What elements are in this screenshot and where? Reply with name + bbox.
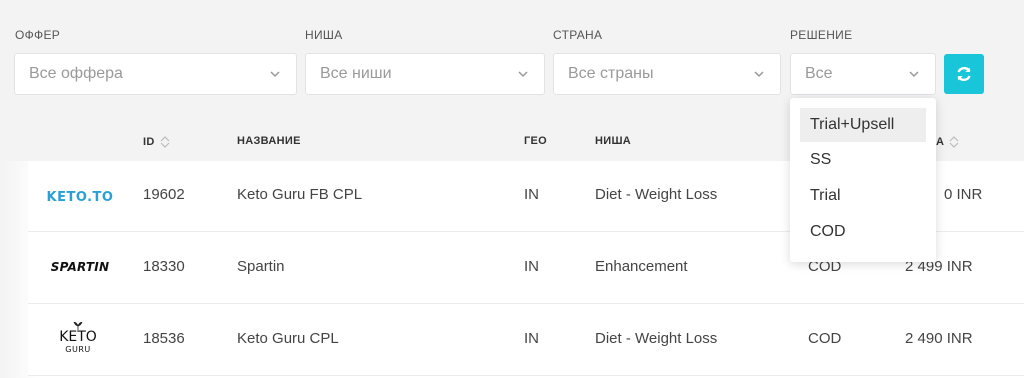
offer-logo-text: KETO [59,329,97,345]
decision-filter-label: РЕШЕНИЕ [790,28,853,42]
offer-id: 18536 [143,330,185,347]
niche-filter-label: НИША [305,28,343,42]
chevron-down-icon [754,71,764,78]
offer-logo-text: SPARTIN [50,260,110,274]
offer-name[interactable]: Spartin [237,258,285,275]
sort-icon [949,136,959,148]
offer-filter-label: ОФФЕР [15,28,61,42]
column-header-id-label: ID [143,136,155,148]
decision-select-value: Все [805,65,833,82]
offer-name[interactable]: Keto Guru FB CPL [237,186,362,203]
dropdown-option-trial-upsell[interactable]: Trial+Upsell [800,108,926,142]
column-header-id[interactable]: ID [143,135,171,149]
offer-id: 19602 [143,186,185,203]
offer-logo-subtext: GURU [65,345,91,354]
column-header-name[interactable]: НАЗВАНИЕ [237,135,301,147]
country-select-value: Все страны [568,65,654,82]
sort-icon [160,136,170,148]
decision-select[interactable]: Все [790,53,936,95]
column-header-geo[interactable]: ГЕО [524,135,547,147]
offer-select-value: Все оффера [29,65,123,82]
dropdown-option-ss[interactable]: SS [800,143,926,177]
offer-geo: IN [524,258,539,275]
offer-geo: IN [524,186,539,203]
column-header-price-label: А [936,136,945,148]
chevron-down-icon [518,71,528,78]
dropdown-option-cod[interactable]: COD [800,215,926,249]
decision-dropdown-menu: Trial+Upsell SS Trial COD [790,98,936,262]
chevron-down-icon [270,71,280,78]
refresh-icon [957,66,971,82]
row-divider [28,375,1024,376]
offer-niche: Enhancement [595,258,688,275]
country-filter-label: СТРАНА [553,28,603,42]
niche-select[interactable]: Все ниши [305,53,545,95]
niche-select-value: Все ниши [320,65,392,82]
offer-geo: IN [524,330,539,347]
column-header-price[interactable]: А [936,135,960,149]
offer-select[interactable]: Все оффера [14,53,297,95]
offer-logo: KETO.TO [40,182,120,212]
offer-price: 2 490 INR [905,330,973,347]
offer-decision: COD [808,330,842,347]
offer-logo-text: KETO.TO [46,189,114,205]
offer-niche: Diet - Weight Loss [595,186,718,203]
offer-logo: SPARTIN [40,252,120,282]
country-select[interactable]: Все страны [553,53,781,95]
dropdown-option-trial[interactable]: Trial [800,179,926,213]
offer-niche: Diet - Weight Loss [595,330,718,347]
refresh-button[interactable] [944,54,984,94]
column-header-niche[interactable]: НИША [595,135,631,147]
offer-logo: KETO GURU [48,316,108,360]
offer-name[interactable]: Keto Guru CPL [237,330,339,347]
chevron-down-icon [909,71,919,78]
offer-id: 18330 [143,258,185,275]
offer-price: 0 INR [944,186,983,203]
